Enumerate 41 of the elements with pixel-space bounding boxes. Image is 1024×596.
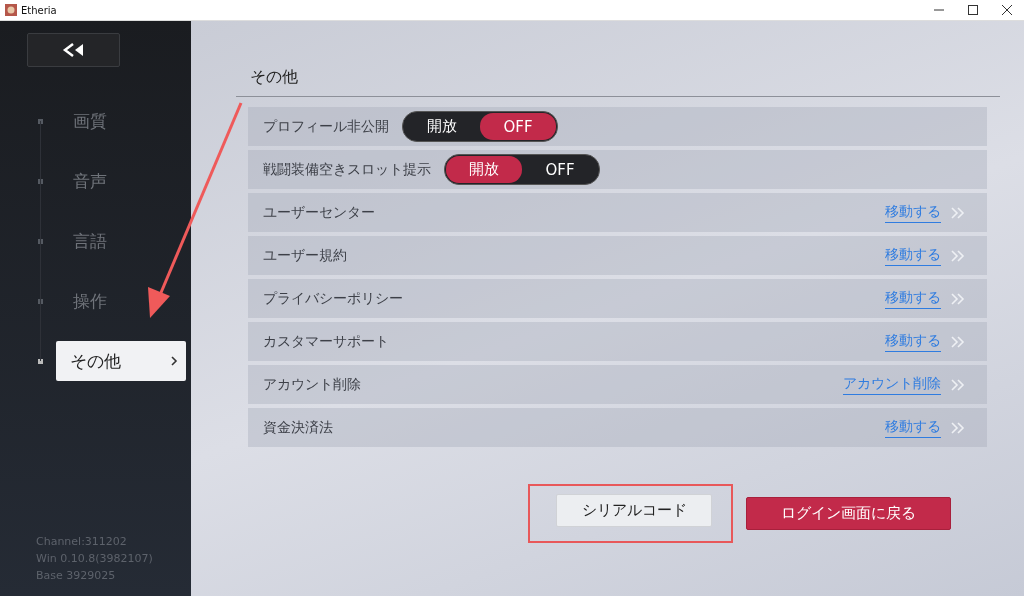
chevron-icon bbox=[170, 356, 178, 366]
back-to-login-button[interactable]: ログイン画面に戻る bbox=[746, 497, 951, 530]
setting-link[interactable]: 移動する bbox=[885, 288, 941, 309]
setting-label: プライバシーポリシー bbox=[263, 289, 403, 308]
sidebar-item[interactable]: その他 bbox=[56, 341, 186, 381]
section-title: その他 bbox=[236, 67, 1000, 97]
setting-link[interactable]: 移動する bbox=[885, 202, 941, 223]
setting-label: ユーザー規約 bbox=[263, 246, 347, 265]
serial-code-button[interactable]: シリアルコード bbox=[556, 494, 712, 527]
double-chevron-icon bbox=[951, 206, 965, 219]
sidebar-item[interactable]: 音声 bbox=[56, 161, 107, 201]
setting-label: 戦闘装備空きスロット提示 bbox=[263, 160, 431, 179]
toggle-option[interactable]: OFF bbox=[480, 113, 556, 140]
double-chevron-icon bbox=[951, 421, 965, 434]
build-info: Win 0.10.8(3982107) bbox=[36, 552, 154, 565]
back-button[interactable] bbox=[27, 33, 120, 67]
setting-link[interactable]: 移動する bbox=[885, 417, 941, 438]
setting-label: 資金決済法 bbox=[263, 418, 333, 437]
double-chevron-icon bbox=[951, 249, 965, 262]
double-chevron-icon bbox=[951, 292, 965, 305]
setting-label: ユーザーセンター bbox=[263, 203, 375, 222]
build-info: Channel:311202 bbox=[36, 535, 128, 548]
toggle-option[interactable]: 開放 bbox=[446, 156, 522, 183]
setting-label: カスタマーサポート bbox=[263, 332, 389, 351]
close-icon bbox=[1002, 5, 1012, 15]
build-info: Base 3929025 bbox=[36, 569, 117, 582]
toggle-option[interactable]: OFF bbox=[522, 156, 598, 183]
window-title: Etheria bbox=[21, 4, 58, 16]
double-chevron-icon bbox=[951, 378, 965, 391]
sidebar-item[interactable]: 言語 bbox=[56, 221, 107, 261]
setting-label: プロフィール非公開 bbox=[263, 117, 389, 136]
toggle-option[interactable]: 開放 bbox=[404, 113, 480, 140]
setting-link[interactable]: 移動する bbox=[885, 331, 941, 352]
setting-label: アカウント削除 bbox=[263, 375, 361, 394]
setting-link[interactable]: アカウント削除 bbox=[843, 374, 941, 395]
sidebar-item[interactable]: 画質 bbox=[56, 101, 107, 141]
app-icon bbox=[5, 4, 17, 16]
setting-link[interactable]: 移動する bbox=[885, 245, 941, 266]
double-chevron-icon bbox=[951, 335, 965, 348]
maximize-icon bbox=[968, 5, 978, 15]
sidebar-item[interactable]: 操作 bbox=[56, 281, 107, 321]
